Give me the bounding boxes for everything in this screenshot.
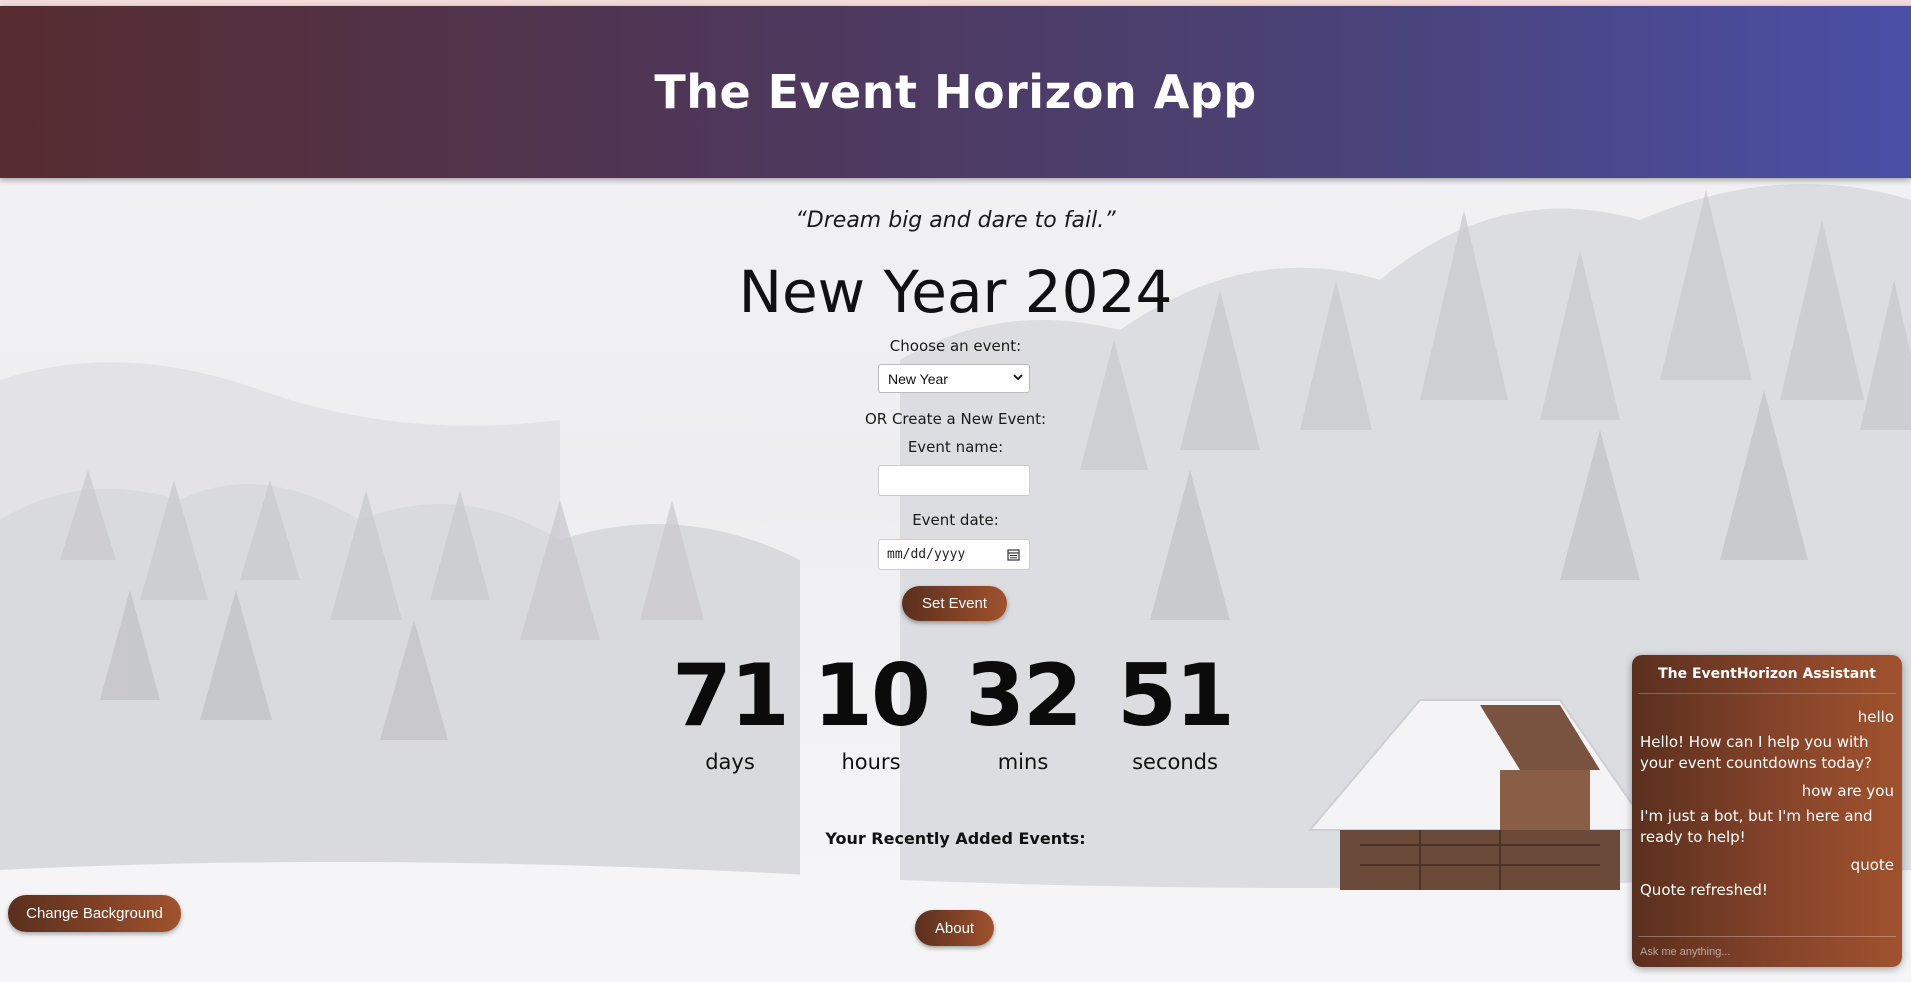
chat-message-bot: Hello! How can I help you with your even…	[1640, 733, 1872, 772]
countdown-seconds: 51 seconds	[1095, 646, 1255, 774]
chat-assistant-panel: The EventHorizon Assistant hello Hello! …	[1632, 655, 1902, 967]
hours-label: hours	[841, 750, 901, 774]
calendar-icon[interactable]	[1007, 548, 1020, 561]
days-value: 71	[672, 646, 790, 746]
event-date-input[interactable]: mm/dd/yyyy	[878, 539, 1030, 570]
event-title: New Year 2024	[738, 258, 1173, 326]
countdown-hours: 10 hours	[791, 646, 951, 774]
seconds-label: seconds	[1132, 750, 1218, 774]
page-frame: The Event Horizon App “Dream big and dar…	[0, 0, 1911, 982]
chat-message-user: how are you	[1801, 782, 1894, 800]
event-name-input[interactable]	[878, 465, 1030, 496]
about-button[interactable]: About	[915, 910, 994, 946]
mins-label: mins	[997, 750, 1049, 774]
chat-input[interactable]: Ask me anything...	[1638, 936, 1896, 967]
event-select[interactable]: New Year	[878, 364, 1030, 393]
set-event-button[interactable]: Set Event	[902, 586, 1007, 621]
change-background-button[interactable]: Change Background	[8, 895, 181, 932]
app-header: The Event Horizon App	[0, 6, 1911, 178]
countdown-days: 71 days	[650, 646, 810, 774]
chat-message-bot: I'm just a bot, but I'm here and ready t…	[1640, 807, 1873, 846]
chat-message-user: quote	[1850, 856, 1894, 874]
create-event-label: OR Create a New Event:	[864, 410, 1047, 428]
mins-value: 32	[965, 646, 1083, 746]
seconds-value: 51	[1117, 646, 1235, 746]
recent-events-label: Your Recently Added Events:	[825, 829, 1086, 848]
chat-title: The EventHorizon Assistant	[1638, 655, 1896, 694]
hours-value: 10	[813, 646, 931, 746]
chat-message-user: hello	[1857, 708, 1894, 726]
countdown-mins: 32 mins	[943, 646, 1103, 774]
quote-text: “Dream big and dare to fail.”	[795, 208, 1116, 233]
chevron-down-icon	[1013, 374, 1023, 381]
event-select-value: New Year	[888, 370, 948, 387]
event-name-label: Event name:	[907, 438, 1004, 456]
app-title: The Event Horizon App	[654, 65, 1257, 119]
countdown: 71 days 10 hours 32 mins 51 seconds	[0, 646, 1911, 786]
days-label: days	[705, 750, 755, 774]
chat-message-bot: Quote refreshed!	[1640, 881, 1768, 899]
event-date-placeholder: mm/dd/yyyy	[887, 547, 966, 562]
chat-messages: hello Hello! How can I help you with you…	[1632, 694, 1902, 901]
choose-event-label: Choose an event:	[889, 337, 1022, 355]
event-date-label: Event date:	[912, 511, 999, 529]
